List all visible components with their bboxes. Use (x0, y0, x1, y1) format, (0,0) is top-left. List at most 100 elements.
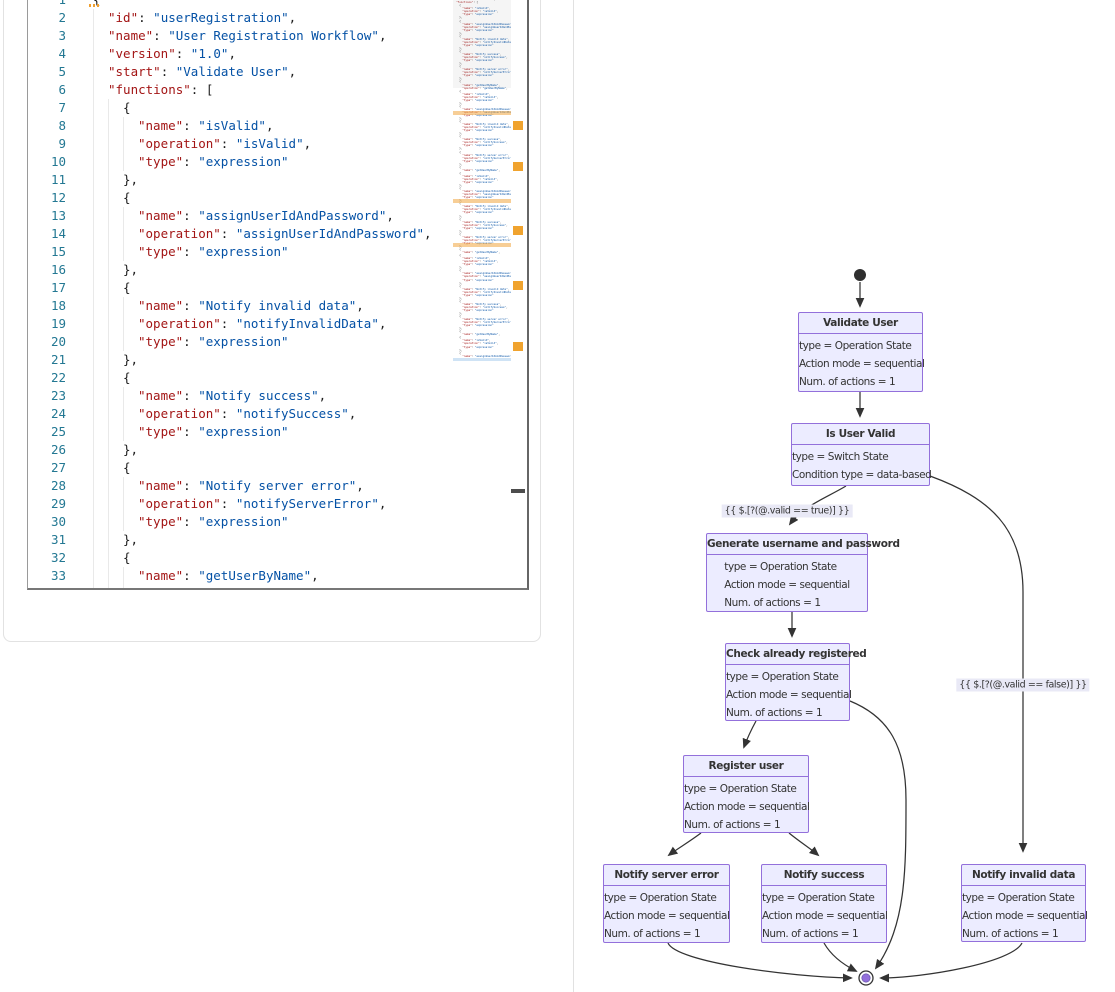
indent-guide (108, 279, 109, 297)
line-number[interactable]: 10 (28, 153, 66, 171)
code-line[interactable]: 7{ (28, 99, 454, 117)
code-lines[interactable]: 1{2"id": "userRegistration",3"name": "Us… (28, 0, 454, 588)
code-line[interactable]: 26}, (28, 441, 454, 459)
line-number[interactable]: 21 (28, 351, 66, 369)
line-number[interactable]: 26 (28, 441, 66, 459)
indent-guide (93, 189, 94, 207)
code-text: "operation": "notifyServerError", (93, 495, 386, 513)
line-number[interactable]: 15 (28, 243, 66, 261)
indent-guide (93, 297, 94, 315)
line-number[interactable]: 18 (28, 297, 66, 315)
line-number[interactable]: 1 (28, 0, 66, 9)
code-line[interactable]: 8"name": "isValid", (28, 117, 454, 135)
line-number[interactable]: 34 (28, 585, 66, 588)
line-number[interactable]: 16 (28, 261, 66, 279)
json-code-editor[interactable]: 1{2"id": "userRegistration",3"name": "Us… (27, 0, 529, 590)
code-line[interactable]: 14"operation": "assignUserIdAndPassword"… (28, 225, 454, 243)
edge-notify-success-to-end (824, 943, 856, 971)
code-line[interactable]: 4"version": "1.0", (28, 45, 454, 63)
state-node-is-user-valid[interactable]: Is User Validtype = Switch StateConditio… (791, 423, 930, 486)
code-line[interactable]: 28"name": "Notify server error", (28, 477, 454, 495)
code-line[interactable]: 25"type": "expression" (28, 423, 454, 441)
code-line[interactable]: 27{ (28, 459, 454, 477)
code-line[interactable]: 24"operation": "notifySuccess", (28, 405, 454, 423)
line-number[interactable]: 11 (28, 171, 66, 189)
code-line[interactable]: 15"type": "expression" (28, 243, 454, 261)
code-line[interactable]: 30"type": "expression" (28, 513, 454, 531)
line-number[interactable]: 31 (28, 531, 66, 549)
line-number[interactable]: 5 (28, 63, 66, 81)
line-number[interactable]: 6 (28, 81, 66, 99)
indent-guide (123, 225, 124, 243)
start-state-icon (854, 269, 866, 281)
code-line[interactable]: 9"operation": "isValid", (28, 135, 454, 153)
code-line[interactable]: 11}, (28, 171, 454, 189)
code-line[interactable]: 29 "operation": "notifyServerError", (28, 495, 454, 513)
code-line[interactable]: 34"operation": "getUserByName", (28, 585, 454, 588)
line-number[interactable]: 20 (28, 333, 66, 351)
state-node-register-user[interactable]: Register usertype = Operation StateActio… (683, 755, 809, 833)
indent-guide (108, 423, 109, 441)
state-property: type = Operation State (604, 889, 729, 907)
state-property: type = Operation State (684, 780, 809, 798)
line-number[interactable]: 17 (28, 279, 66, 297)
edge-notify-invalid-data-to-end (881, 943, 1022, 978)
code-line[interactable]: 10"type": "expression" (28, 153, 454, 171)
line-number[interactable]: 33 (28, 567, 66, 585)
indent-guide (108, 351, 109, 369)
code-line[interactable]: 2"id": "userRegistration", (28, 9, 454, 27)
code-line[interactable]: 31}, (28, 531, 454, 549)
code-text: "name": "Notify invalid data", (93, 297, 364, 315)
code-line[interactable]: 3"name": "User Registration Workflow", (28, 27, 454, 45)
line-number[interactable]: 23 (28, 387, 66, 405)
line-number[interactable]: 9 (28, 135, 66, 153)
code-line[interactable]: 18 "name": "Notify invalid data", (28, 297, 454, 315)
line-number[interactable]: 3 (28, 27, 66, 45)
line-number[interactable]: 28 (28, 477, 66, 495)
state-node-validate-user[interactable]: Validate Usertype = Operation StateActio… (798, 312, 923, 392)
state-node-notify-server-error[interactable]: Notify server errortype = Operation Stat… (603, 864, 730, 943)
indent-guide (108, 117, 109, 135)
code-line[interactable]: 32{ (28, 549, 454, 567)
code-line[interactable]: 21}, (28, 351, 454, 369)
line-number[interactable]: 14 (28, 225, 66, 243)
state-node-notify-invalid-data[interactable]: Notify invalid datatype = Operation Stat… (961, 864, 1086, 942)
line-number[interactable]: 2 (28, 9, 66, 27)
line-number[interactable]: 24 (28, 405, 66, 423)
line-number[interactable]: 7 (28, 99, 66, 117)
minimap-slider[interactable] (453, 0, 511, 88)
minimap[interactable]: { "id": "userRegistration", "name": "Use… (453, 0, 511, 586)
state-node-check-already-registered[interactable]: Check already registeredtype = Operation… (725, 643, 850, 721)
code-line[interactable]: 6 "functions": [ (28, 81, 454, 99)
line-number[interactable]: 13 (28, 207, 66, 225)
line-number[interactable]: 12 (28, 189, 66, 207)
code-text: "functions": [ (93, 81, 213, 99)
indent-guide (123, 135, 124, 153)
code-line[interactable]: 5"start": "Validate User", (28, 63, 454, 81)
indent-guide (93, 207, 94, 225)
line-number[interactable]: 8 (28, 117, 66, 135)
code-line[interactable]: 12{ (28, 189, 454, 207)
overview-ruler[interactable] (511, 0, 525, 586)
code-line[interactable]: 19"operation": "notifyInvalidData", (28, 315, 454, 333)
line-number[interactable]: 32 (28, 549, 66, 567)
code-line[interactable]: 20"type": "expression" (28, 333, 454, 351)
code-line[interactable]: 23"name": "Notify success", (28, 387, 454, 405)
state-node-generate-username-and-password[interactable]: Generate username and passwordtype = Ope… (706, 533, 868, 612)
line-number[interactable]: 30 (28, 513, 66, 531)
line-number[interactable]: 22 (28, 369, 66, 387)
line-number[interactable]: 19 (28, 315, 66, 333)
indent-guide (93, 351, 94, 369)
line-number[interactable]: 25 (28, 423, 66, 441)
line-number[interactable]: 4 (28, 45, 66, 63)
code-line[interactable]: 22{ (28, 369, 454, 387)
state-node-notify-success[interactable]: Notify successtype = Operation StateActi… (761, 864, 887, 943)
line-number[interactable]: 29 (28, 495, 66, 513)
indent-guide (93, 369, 94, 387)
code-line[interactable]: 16}, (28, 261, 454, 279)
code-line[interactable]: 17{ (28, 279, 454, 297)
code-line[interactable]: 33"name": "getUserByName", (28, 567, 454, 585)
code-line[interactable]: 13"name": "assignUserIdAndPassword", (28, 207, 454, 225)
indent-guide (123, 207, 124, 225)
line-number[interactable]: 27 (28, 459, 66, 477)
